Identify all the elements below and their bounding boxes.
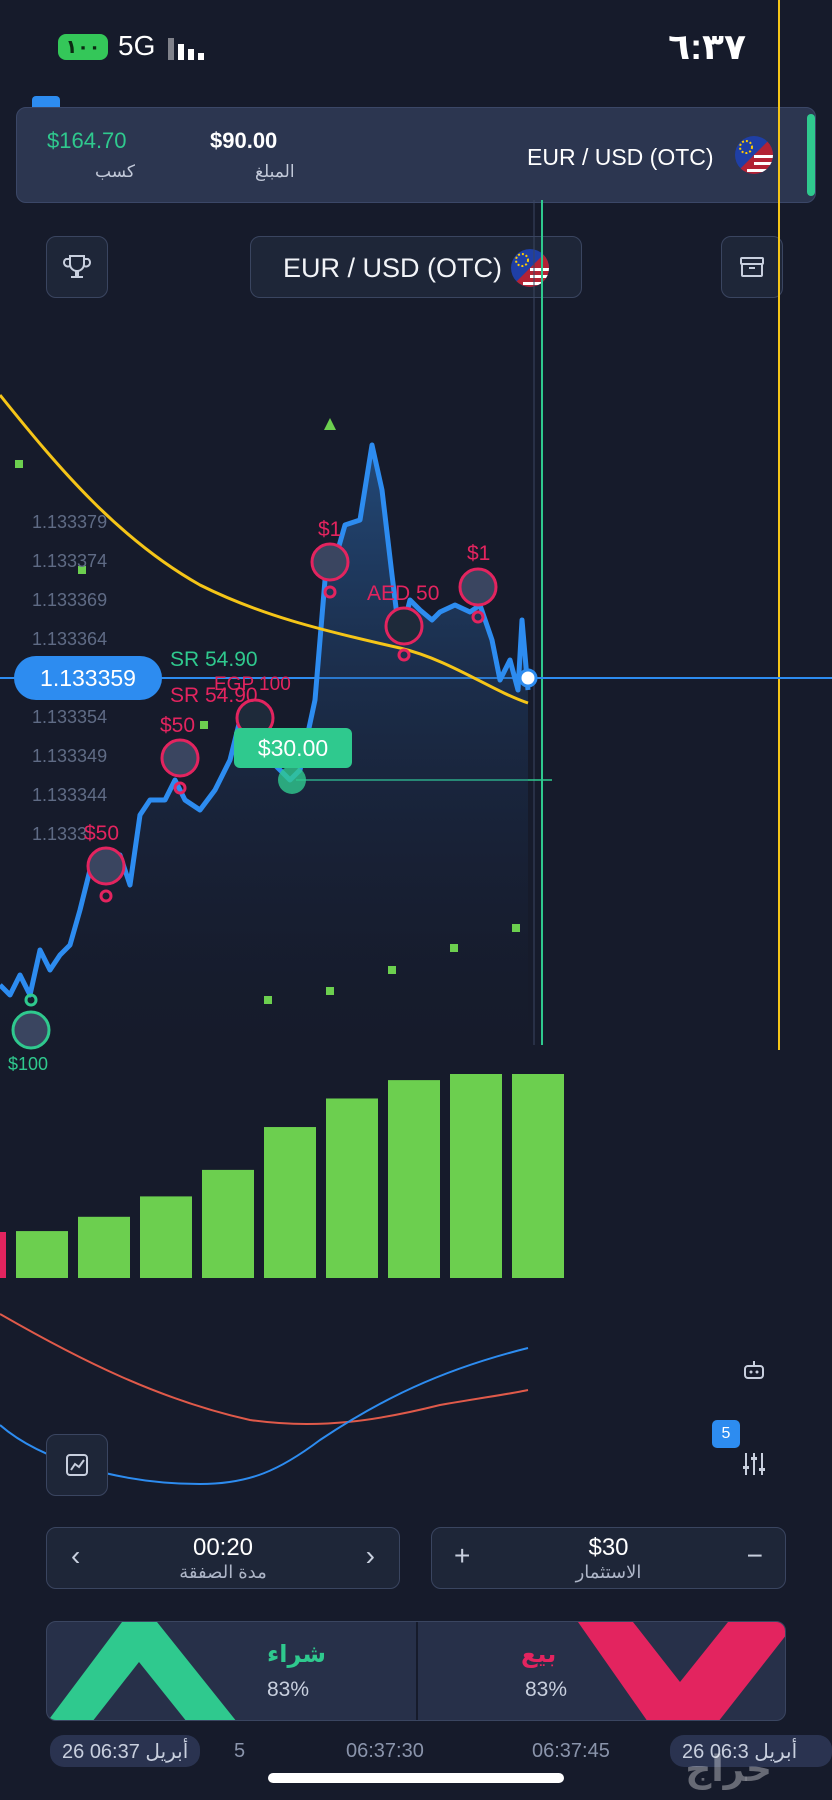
- volume-bars: [16, 1074, 564, 1278]
- volume-bar: [326, 1098, 378, 1278]
- chevron-right-icon[interactable]: ›: [366, 1540, 375, 1572]
- volume-bar: [512, 1074, 564, 1278]
- y-tick: 1.133344: [32, 785, 108, 805]
- indicator-settings-icon[interactable]: [740, 1450, 768, 1483]
- annotation-dollar-100: $100: [8, 1054, 49, 1074]
- buy-label: شراء: [267, 1641, 327, 1668]
- volume-bar: [140, 1196, 192, 1278]
- time-tick: 06:37:45: [532, 1740, 610, 1762]
- date-pill-left: 26 أبريل 06:37: [50, 1735, 201, 1767]
- duration-control[interactable]: ‹ 00:20 مدة الصفقة ›: [46, 1527, 400, 1589]
- annotation-sr-green: SR 54.90: [170, 648, 258, 671]
- minus-icon[interactable]: −: [747, 1540, 763, 1572]
- chart-type-icon: [66, 1454, 88, 1476]
- open-trade-tag[interactable]: $30.00: [234, 728, 352, 768]
- y-tick: 1.133369: [32, 590, 108, 610]
- volume-bar: [388, 1080, 440, 1278]
- sell-button[interactable]: بيع 83%: [418, 1622, 785, 1720]
- investment-value: $30: [588, 1534, 629, 1561]
- watermark: حراج: [685, 1748, 772, 1789]
- price-chart[interactable]: [0, 0, 832, 1500]
- annotation-dollar-50b: $50: [84, 822, 120, 845]
- volume-bar: [78, 1216, 130, 1278]
- sell-payout: 83%: [525, 1678, 568, 1701]
- y-tick: 1.133364: [32, 629, 108, 649]
- annotation-dollar-1b: $1: [467, 542, 491, 565]
- annotation-dollar-50a: $50: [160, 714, 196, 737]
- volume-bar: [450, 1074, 502, 1278]
- y-tick: 1.133349: [32, 746, 108, 766]
- sell-label: بيع: [521, 1641, 557, 1668]
- time-tick: 06:37:30: [346, 1740, 424, 1762]
- trade-buttons: شراء 83% بيع 83%: [46, 1621, 786, 1721]
- sell-arrow-icon: [578, 1622, 785, 1720]
- current-price-point: [518, 668, 538, 688]
- time-tick: 5: [234, 1740, 246, 1762]
- duration-value: 00:20: [192, 1534, 254, 1561]
- volume-bar: [264, 1127, 316, 1278]
- investment-control[interactable]: + $30 الاستثمار −: [431, 1527, 786, 1589]
- annotation-egp: EGP 100: [214, 674, 291, 695]
- duration-label: مدة الصفقة: [179, 1562, 267, 1582]
- y-tick: 1.133374: [32, 551, 108, 571]
- investment-label: الاستثمار: [575, 1562, 642, 1582]
- volume-bar: [202, 1169, 254, 1278]
- oscillator-signal-line: [0, 1313, 529, 1426]
- volume-bar: [16, 1231, 68, 1278]
- up-arrow-icon: [324, 418, 336, 430]
- chart-type-button[interactable]: [46, 1434, 108, 1496]
- buy-payout: 83%: [267, 1678, 310, 1701]
- current-price-tag: 1.133359: [14, 656, 162, 700]
- volume-histogram: [0, 1232, 6, 1278]
- indicator-count-badge: 5: [712, 1420, 740, 1448]
- y-tick: 1.1333: [32, 824, 88, 844]
- y-tick: 1.133354: [32, 707, 108, 727]
- buy-button[interactable]: شراء 83%: [47, 1622, 416, 1720]
- chart-drawing-icon[interactable]: [740, 1358, 768, 1391]
- home-indicator[interactable]: [268, 1773, 564, 1783]
- y-tick: 1.133379: [32, 512, 108, 532]
- annotation-aed: AED 50: [367, 582, 440, 605]
- buy-arrow-icon: [48, 1622, 236, 1720]
- annotation-dollar-1a: $1: [318, 518, 342, 541]
